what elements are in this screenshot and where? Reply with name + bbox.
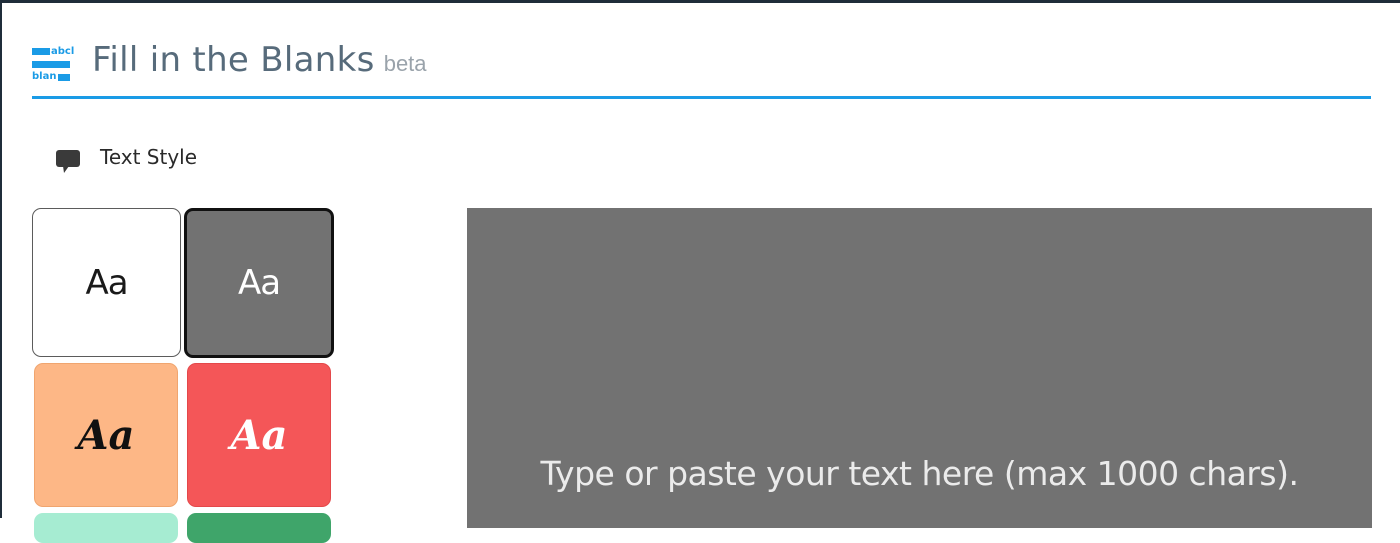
text-input-area[interactable]: Type or paste your text here (max 1000 c… xyxy=(467,208,1372,528)
logo-bar-top xyxy=(32,48,50,55)
logo-text-line1: abcl xyxy=(51,46,75,57)
speech-bubble-icon xyxy=(55,148,81,174)
style-tile-sample: Aa xyxy=(85,262,128,303)
beta-badge: beta xyxy=(383,51,427,76)
window-top-border xyxy=(0,0,1400,3)
app-logo: abcl blan xyxy=(32,47,74,82)
logo-bar-bottom xyxy=(58,74,70,81)
page-header: Fill in the Blanks beta xyxy=(92,40,427,80)
style-tile-white-sans[interactable]: Aa xyxy=(32,208,181,357)
style-tile-sample: Aa xyxy=(230,411,288,459)
style-tile-sample: Aa xyxy=(77,411,135,459)
window-left-border xyxy=(0,0,2,518)
text-style-label: Text Style xyxy=(100,145,198,169)
text-input-placeholder: Type or paste your text here (max 1000 c… xyxy=(540,454,1299,493)
logo-bar-middle xyxy=(32,61,70,68)
style-tile-sample: Aa xyxy=(237,263,281,303)
header-divider xyxy=(32,96,1371,99)
style-tile-peach-script[interactable]: Aa xyxy=(34,363,178,507)
style-tile-gray-sans-selected[interactable]: Aa xyxy=(184,208,334,358)
page-title: Fill in the Blanks xyxy=(92,40,375,80)
style-tile-red-script[interactable]: Aa xyxy=(187,363,331,507)
logo-text-line2: blan xyxy=(32,71,57,82)
